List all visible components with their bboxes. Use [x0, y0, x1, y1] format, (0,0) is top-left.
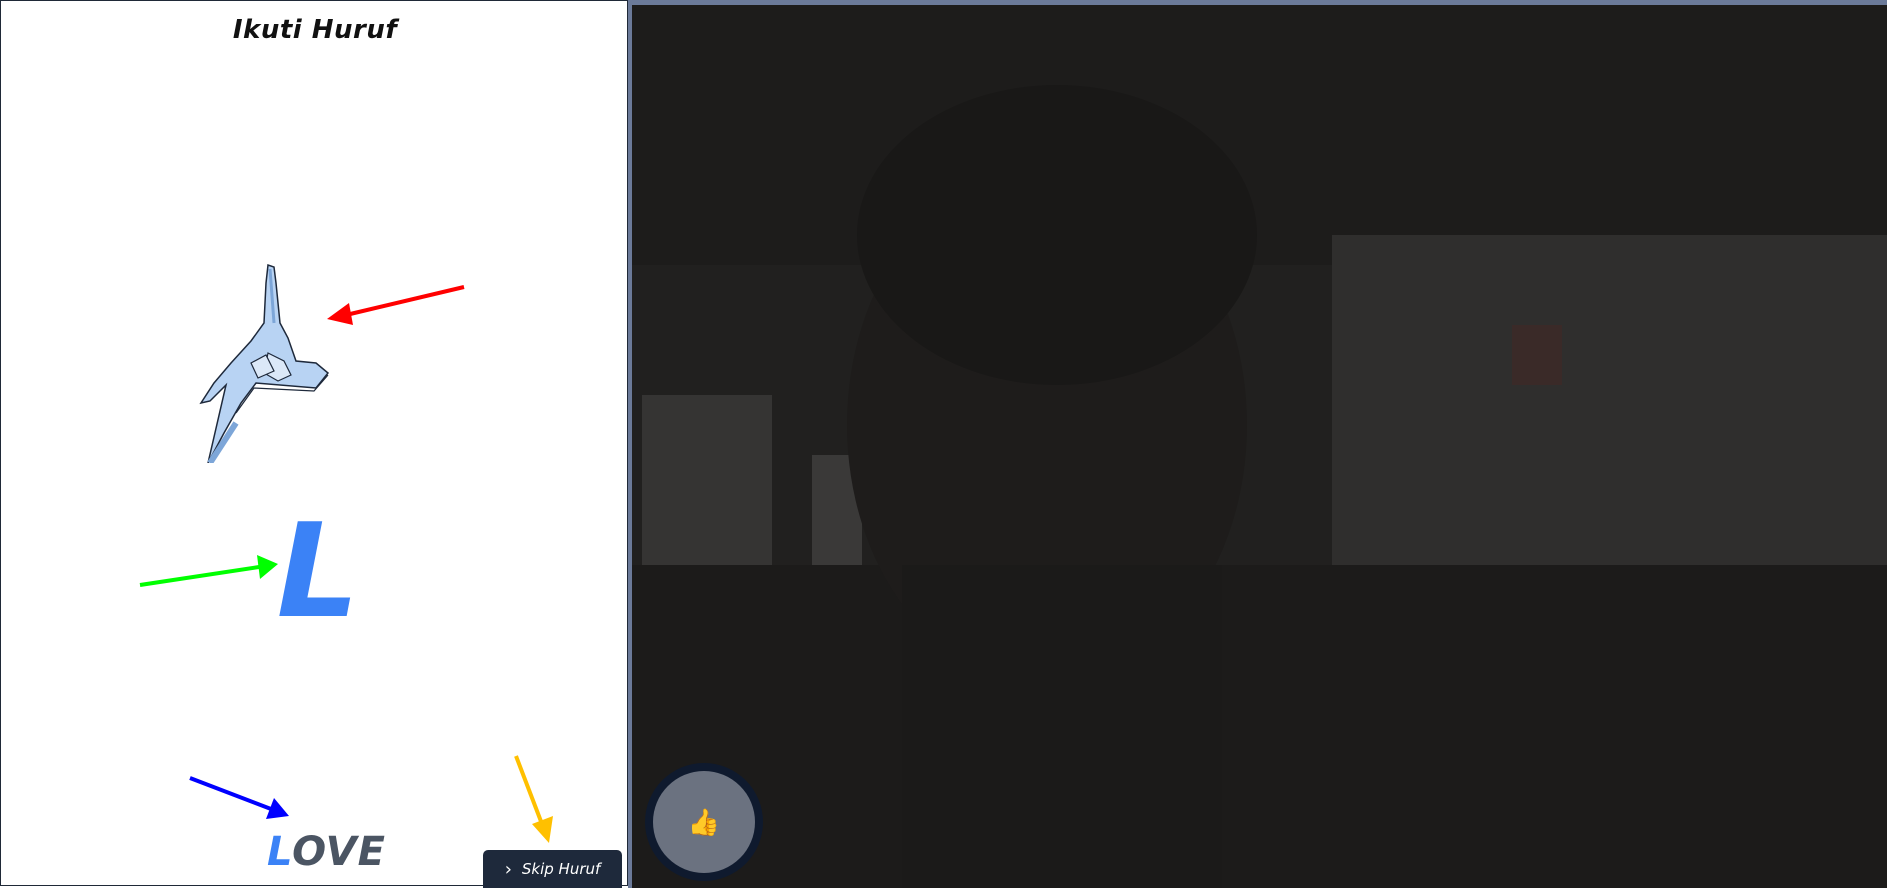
hand-sign-l-icon [199, 263, 330, 463]
page-title: Ikuti Huruf [232, 15, 398, 45]
yellow-arrow-icon [514, 755, 553, 843]
lesson-panel: Ikuti Huruf L LOVE › Skip Huruf [0, 0, 628, 888]
camera-feed [628, 0, 1887, 888]
thumbs-up-button[interactable]: 👍 [653, 771, 755, 873]
word-remaining-letters: OVE [292, 829, 386, 875]
skip-letter-label: Skip Huruf [521, 860, 601, 878]
blue-arrow-icon [189, 776, 289, 819]
chevron-right-icon: › [504, 858, 512, 880]
skip-letter-button[interactable]: › Skip Huruf [483, 850, 622, 888]
camera-image [632, 5, 1887, 888]
green-arrow-icon [139, 555, 278, 587]
thumbs-up-icon: 👍 [687, 806, 721, 837]
target-letter: L [276, 495, 360, 647]
word-current-letter: L [267, 829, 293, 875]
target-word: LOVE [267, 829, 386, 875]
